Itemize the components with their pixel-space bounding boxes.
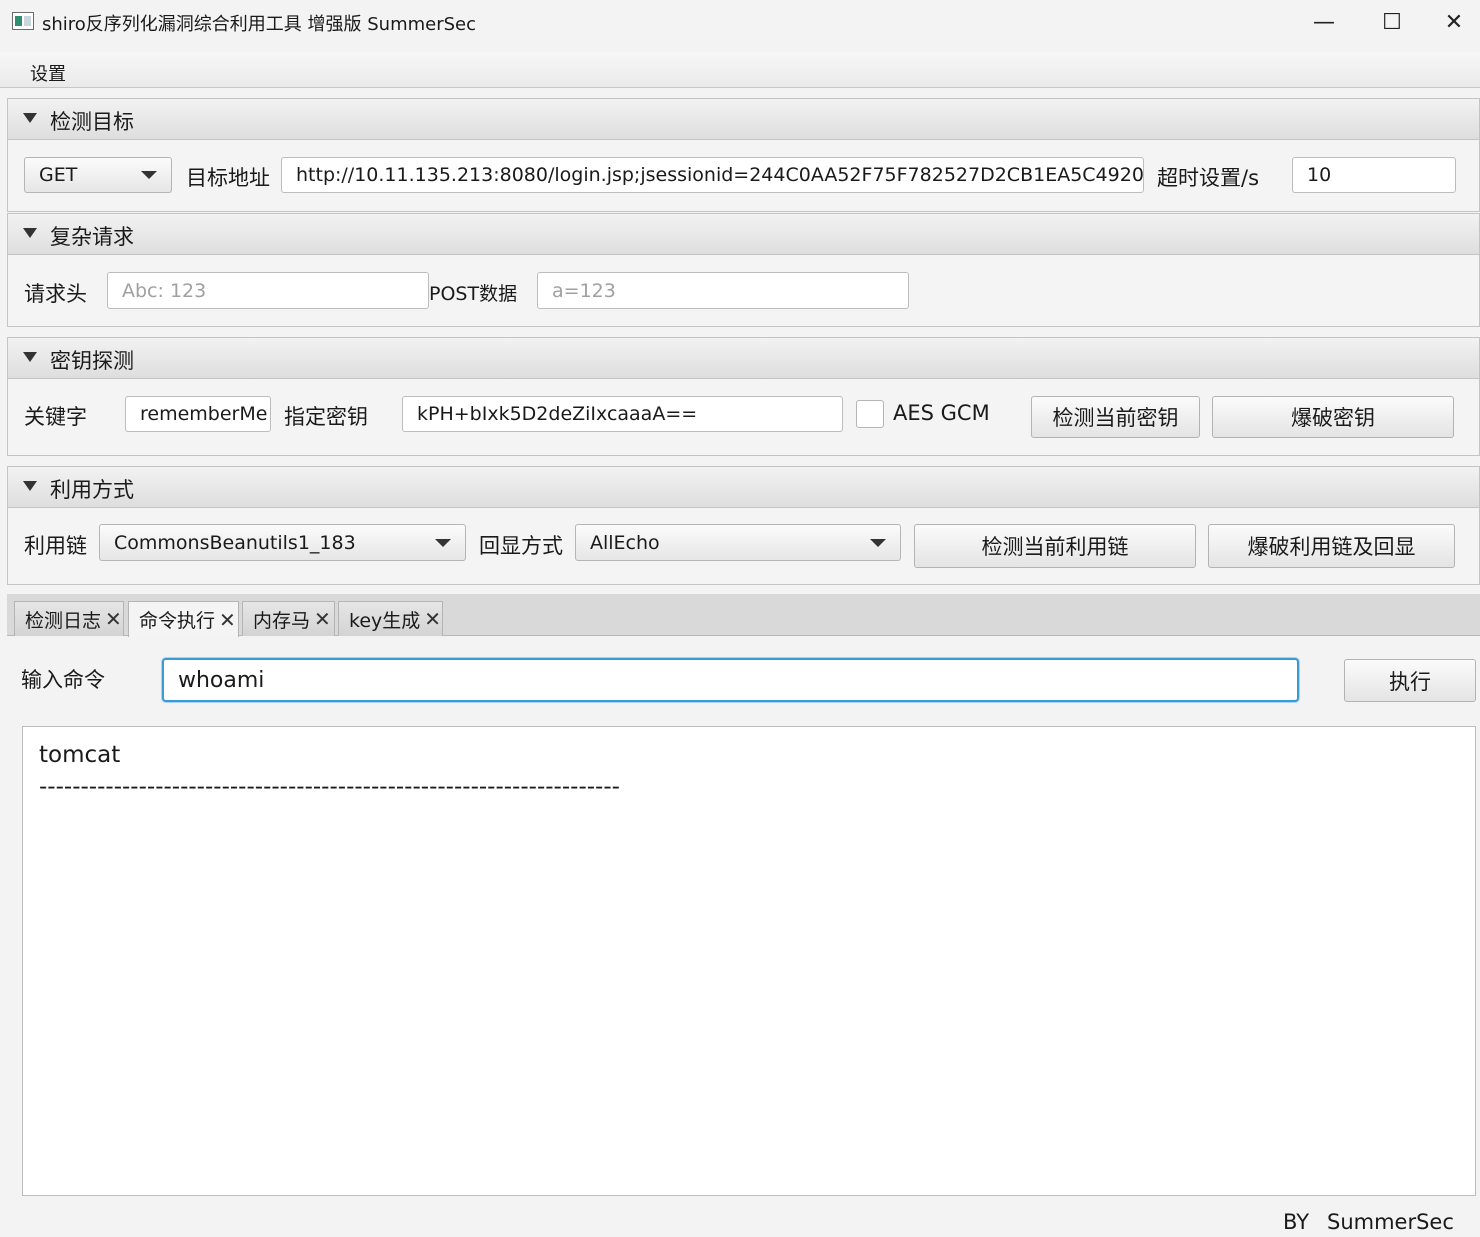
- detect-chain-button[interactable]: 检测当前利用链: [914, 524, 1196, 568]
- key-pane-header[interactable]: 密钥探测: [7, 337, 1480, 379]
- footer-by: BY: [1283, 1210, 1310, 1234]
- url-input[interactable]: http://10.11.135.213:8080/login.jsp;jses…: [281, 157, 1144, 193]
- key-input[interactable]: kPH+bIxk5D2deZiIxcaaaA==: [402, 396, 843, 432]
- output-textarea[interactable]: tomcat ---------------------------------…: [22, 726, 1476, 1196]
- close-icon[interactable]: ✕: [314, 607, 331, 631]
- chain-label: 利用链: [24, 534, 87, 558]
- tab-detection-log[interactable]: 检测日志 ✕: [14, 601, 124, 636]
- tab-key-gen[interactable]: key生成 ✕: [338, 601, 443, 636]
- tab-label: key生成: [349, 609, 421, 632]
- keyword-input[interactable]: rememberMe: [125, 396, 271, 432]
- post-data-input[interactable]: a=123: [537, 272, 909, 309]
- method-select-value: GET: [39, 164, 78, 186]
- post-label: POST数据: [429, 283, 518, 305]
- command-label: 输入命令: [21, 668, 105, 692]
- command-input[interactable]: whoami: [162, 658, 1299, 702]
- chain-select[interactable]: CommonsBeanutils1_183: [99, 524, 466, 561]
- close-icon[interactable]: ✕: [105, 607, 122, 631]
- maximize-button[interactable]: ☐: [1358, 0, 1426, 44]
- target-pane-title: 检测目标: [50, 110, 134, 134]
- complex-pane-header[interactable]: 复杂请求: [7, 213, 1480, 255]
- chevron-down-icon: [141, 171, 157, 179]
- close-icon[interactable]: ✕: [219, 608, 236, 632]
- key-pane-title: 密钥探测: [50, 349, 134, 373]
- aes-gcm-checkbox[interactable]: [856, 400, 884, 428]
- menu-settings[interactable]: 设置: [30, 60, 66, 86]
- collapse-arrow-icon: [23, 113, 37, 123]
- collapse-arrow-icon: [23, 352, 37, 362]
- output-line: ----------------------------------------…: [39, 774, 620, 800]
- close-icon[interactable]: ✕: [424, 607, 441, 631]
- tab-label: 检测日志: [25, 609, 102, 632]
- complex-pane-title: 复杂请求: [50, 225, 134, 249]
- method-select[interactable]: GET: [24, 157, 172, 193]
- brute-chain-button[interactable]: 爆破利用链及回显: [1208, 524, 1455, 568]
- execute-button[interactable]: 执行: [1344, 659, 1476, 702]
- exploit-pane-header[interactable]: 利用方式: [7, 466, 1480, 508]
- echo-label: 回显方式: [479, 534, 563, 558]
- brute-key-button[interactable]: 爆破密钥: [1212, 396, 1454, 438]
- echo-select-value: AllEcho: [590, 531, 660, 554]
- detect-key-button[interactable]: 检测当前密钥: [1031, 396, 1200, 438]
- keyword-label: 关键字: [24, 405, 87, 429]
- key-label: 指定密钥: [284, 405, 368, 429]
- tab-label: 内存马: [253, 609, 311, 632]
- tab-command-exec[interactable]: 命令执行 ✕: [128, 601, 239, 637]
- window-title: shiro反序列化漏洞综合利用工具 增强版 SummerSec: [42, 14, 477, 35]
- chain-select-value: CommonsBeanutils1_183: [114, 531, 356, 554]
- timeout-input[interactable]: 10: [1292, 157, 1456, 193]
- target-pane-header[interactable]: 检测目标: [7, 98, 1480, 140]
- close-window-button[interactable]: ✕: [1428, 0, 1480, 44]
- header-label: 请求头: [24, 282, 87, 306]
- tab-memshell[interactable]: 内存马 ✕: [242, 601, 335, 636]
- tab-label: 命令执行: [139, 610, 216, 632]
- collapse-arrow-icon: [23, 228, 37, 238]
- header-input[interactable]: Abc: 123: [107, 272, 429, 309]
- chevron-down-icon: [870, 538, 886, 547]
- footer-author: SummerSec: [1327, 1210, 1454, 1234]
- url-label: 目标地址: [186, 166, 270, 190]
- output-line: tomcat: [39, 742, 121, 768]
- app-icon: [12, 12, 34, 30]
- timeout-label: 超时设置/s: [1157, 166, 1260, 190]
- minimize-button[interactable]: —: [1290, 0, 1358, 44]
- exploit-pane-title: 利用方式: [50, 478, 134, 502]
- title-bar: shiro反序列化漏洞综合利用工具 增强版 SummerSec — ☐ ✕: [0, 0, 1480, 44]
- aes-gcm-label: AES GCM: [893, 401, 990, 425]
- echo-select[interactable]: AllEcho: [575, 524, 901, 561]
- menu-bar: 设置: [0, 52, 1480, 88]
- collapse-arrow-icon: [23, 481, 37, 491]
- chevron-down-icon: [435, 538, 451, 547]
